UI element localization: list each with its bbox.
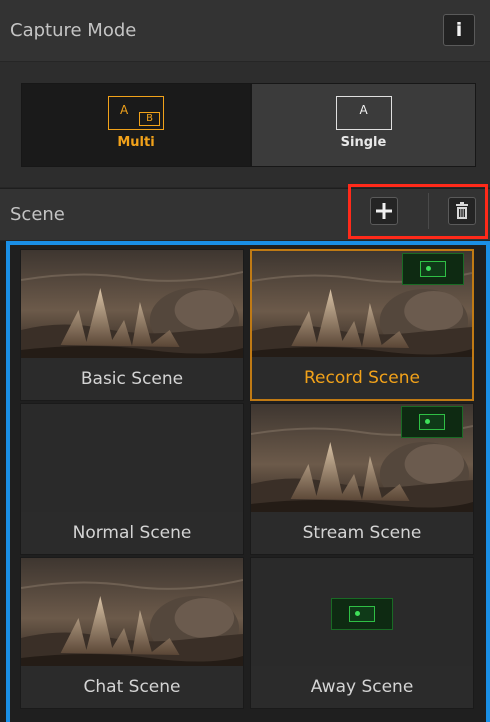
add-scene-button[interactable]: [370, 197, 398, 225]
scene-thumbnail: [21, 250, 243, 360]
scene-tile-label: Normal Scene: [21, 512, 243, 554]
scene-tile-away[interactable]: Away Scene: [250, 557, 474, 709]
scene-tile-stream[interactable]: Stream Scene: [250, 403, 474, 555]
overlay-badge: [401, 406, 463, 438]
toolbar-divider: [428, 193, 429, 229]
scene-tile-label: Basic Scene: [21, 358, 243, 400]
scene-tile-label: Chat Scene: [21, 666, 243, 708]
scene-thumbnail: [21, 558, 243, 668]
overlay-badge: [402, 253, 464, 285]
image-overlay-icon: [419, 414, 445, 430]
trash-icon: [456, 202, 468, 219]
multi-view-icon: A B: [108, 96, 164, 130]
info-button[interactable]: i: [443, 14, 475, 46]
scene-tile-label: Away Scene: [251, 666, 473, 708]
multi-mode-button[interactable]: A B Multi: [21, 83, 251, 167]
scene-tile-label: Stream Scene: [251, 512, 473, 554]
info-icon: i: [455, 19, 463, 41]
scene-toolbar: [348, 184, 488, 239]
scene-tile-label: Record Scene: [252, 357, 472, 399]
single-mode-button[interactable]: A Single: [251, 83, 476, 167]
single-mode-label: Single: [340, 135, 387, 150]
scene-tile-chat[interactable]: Chat Scene: [20, 557, 244, 709]
multi-icon-letter-a: A: [120, 103, 129, 117]
image-overlay-icon: [420, 261, 446, 277]
scene-tile-normal[interactable]: Normal Scene: [20, 403, 244, 555]
capture-mode-title: Capture Mode: [10, 20, 137, 41]
capture-mode-panel: A B Multi A Single: [0, 62, 490, 188]
capture-mode-header: Capture Mode i: [0, 0, 490, 62]
scene-title: Scene: [10, 204, 65, 225]
scene-tile-record[interactable]: Record Scene: [250, 249, 474, 401]
overlay-badge: [331, 598, 393, 630]
scene-tile-basic[interactable]: Basic Scene: [20, 249, 244, 401]
scene-grid: Basic Scene Record Scene Normal Scene St…: [6, 241, 490, 722]
multi-mode-label: Multi: [117, 135, 155, 150]
delete-scene-button[interactable]: [448, 197, 476, 225]
multi-icon-letter-b: B: [139, 112, 160, 126]
plus-icon: [376, 203, 392, 219]
single-icon-letter-a: A: [359, 103, 368, 117]
scene-thumbnail-empty: [21, 404, 243, 514]
single-view-icon: A: [335, 96, 392, 130]
image-overlay-icon: [349, 606, 375, 622]
